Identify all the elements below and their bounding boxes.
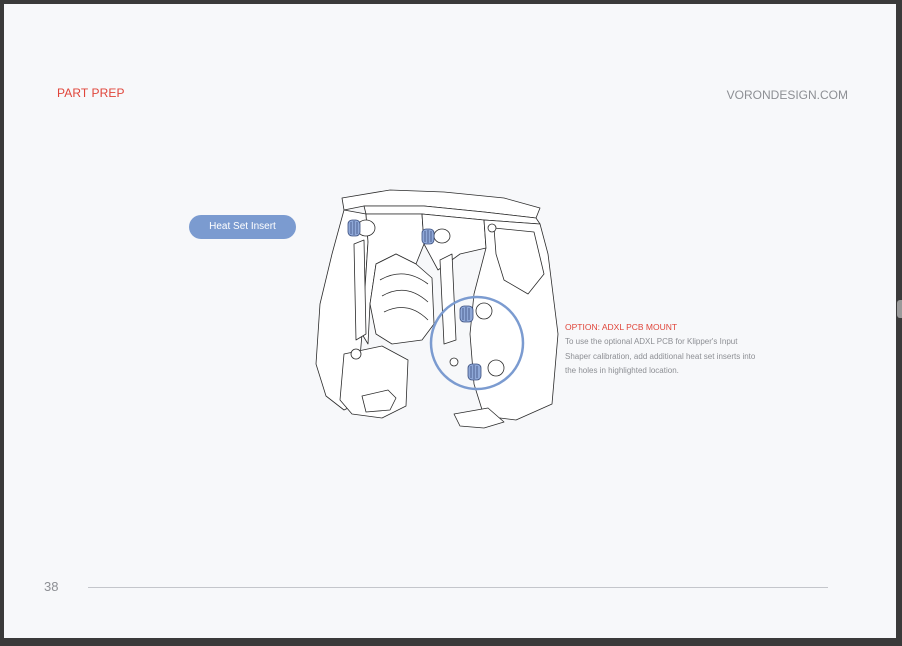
left-slot [353,239,367,341]
adxl-option-note: OPTION: ADXL PCB MOUNT To use the option… [565,322,805,379]
top-hole [487,223,497,233]
mount-hole [449,357,459,367]
left-hole [350,348,362,360]
option-line: To use the optional ADXL PCB for Klipper… [565,337,738,346]
insert-1 [347,219,376,237]
right-slot [439,253,457,345]
heat-set-insert-callout: Heat Set Insert [189,215,296,239]
option-line: Shaper calibration, add additional heat … [565,351,756,361]
footer-rule [88,587,828,588]
page-number: 38 [44,579,59,594]
document-page: PART PREP VORONDESIGN.COM Heat Set Inser… [4,4,896,638]
site-url: VORONDESIGN.COM [726,88,848,102]
part-illustration [315,189,559,429]
option-body: To use the optional ADXL PCB for Klipper… [565,335,805,379]
section-title: PART PREP [57,86,125,100]
option-line: the holes in highlighted location. [565,366,679,375]
scrollbar-handle[interactable] [897,300,902,318]
option-title: OPTION: ADXL PCB MOUNT [565,322,678,332]
